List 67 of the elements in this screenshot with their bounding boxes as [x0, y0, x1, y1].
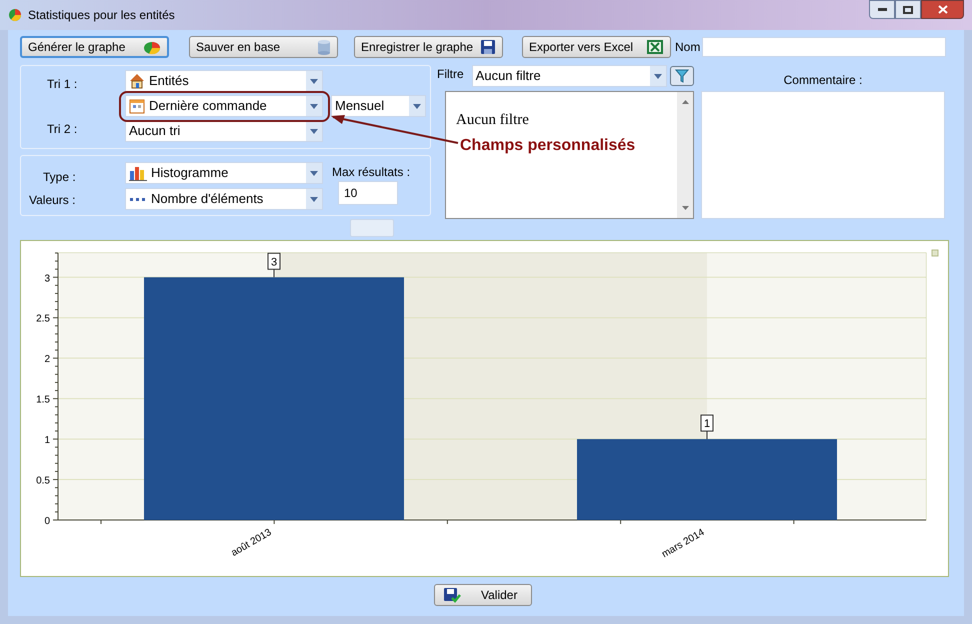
field-label: Tri 1 : — [47, 77, 78, 91]
field-label: Valeurs : — [29, 193, 76, 207]
y-axis-label: 3 — [44, 273, 50, 284]
dropdown-arrow-icon — [310, 104, 318, 108]
dropdown-arrow-icon — [413, 104, 421, 108]
y-axis-label: 2 — [44, 354, 50, 366]
value-label: 3 — [268, 252, 280, 278]
dropdown-arrow-icon — [654, 74, 662, 78]
pie-chart-icon — [143, 39, 161, 55]
dropdown[interactable]: Aucun filtre — [472, 65, 668, 87]
dropdown[interactable]: Histogramme — [125, 162, 323, 184]
maximize-button[interactable] — [895, 0, 921, 19]
dropdown[interactable]: Mensuel — [331, 95, 426, 117]
spreadsheet-icon — [646, 39, 664, 55]
filter-button[interactable] — [670, 66, 694, 86]
field-label: Tri 2 : — [47, 122, 78, 136]
database-icon — [317, 39, 331, 55]
toolbar-button[interactable]: Exporter vers Excel — [522, 36, 671, 58]
legend-marker — [932, 250, 938, 256]
toolbar-button[interactable]: Enregistrer le graphe — [354, 36, 503, 58]
comment-field[interactable] — [701, 91, 945, 219]
minimize-icon — [878, 8, 886, 11]
dropdown[interactable]: Dernière commande — [125, 95, 323, 117]
y-axis-label: 2.5 — [36, 314, 50, 325]
field-label: Max résultats : — [332, 165, 410, 179]
y-axis-label: 1.5 — [36, 394, 50, 406]
field-label: Nom — [675, 39, 700, 56]
house-icon — [129, 73, 145, 89]
toolbar-button[interactable]: Générer le graphe — [20, 36, 169, 58]
field-label: Filtre — [437, 66, 464, 83]
y-axis-label: 0.5 — [36, 476, 50, 487]
max-results-field[interactable]: 10 — [338, 181, 398, 205]
app-icon — [8, 8, 22, 22]
scroll-up-icon — [682, 100, 688, 104]
maximize-icon — [903, 6, 913, 14]
data-label: 3 — [270, 256, 278, 268]
x-axis-label: août 2013 — [229, 527, 274, 559]
validate-button[interactable]: Valider — [434, 584, 532, 606]
funnel-icon — [675, 69, 690, 83]
bar-chart-icon — [129, 165, 147, 181]
scrollbar[interactable] — [677, 92, 693, 218]
filter-text: Aucun filtre — [456, 112, 529, 128]
value-label: 1 — [700, 414, 714, 440]
annotation-text: Champs personnalisés — [460, 136, 636, 156]
calendar-icon — [129, 98, 145, 114]
close-button[interactable] — [921, 0, 964, 19]
data-label: 1 — [704, 418, 710, 430]
y-axis-label: 0 — [44, 516, 50, 527]
window-title: Statistiques pour les entités — [28, 7, 175, 24]
dropdown-arrow-icon — [310, 78, 318, 84]
field-label: Commentaire : — [784, 72, 862, 89]
dropdown-arrow-icon — [310, 196, 318, 202]
y-axis-label: 1 — [44, 435, 50, 446]
dropdown[interactable]: Nombre d'éléments — [125, 188, 323, 210]
minimize-button[interactable] — [869, 0, 895, 19]
dropdown-arrow-icon — [310, 170, 318, 176]
x-axis-label: mars 2014 — [660, 527, 706, 560]
dropdown[interactable]: Aucun tri — [125, 120, 323, 142]
dropdown[interactable]: Entités — [125, 70, 323, 92]
scroll-down-icon — [682, 206, 688, 210]
numbers-icon — [129, 196, 147, 202]
close-icon — [938, 5, 948, 14]
floppy-check-icon — [443, 587, 461, 603]
field-label: Type : — [43, 170, 76, 184]
name-field[interactable] — [702, 37, 946, 57]
dropdown-arrow-icon — [310, 128, 318, 134]
toolbar-button[interactable]: Sauver en base — [189, 36, 338, 58]
